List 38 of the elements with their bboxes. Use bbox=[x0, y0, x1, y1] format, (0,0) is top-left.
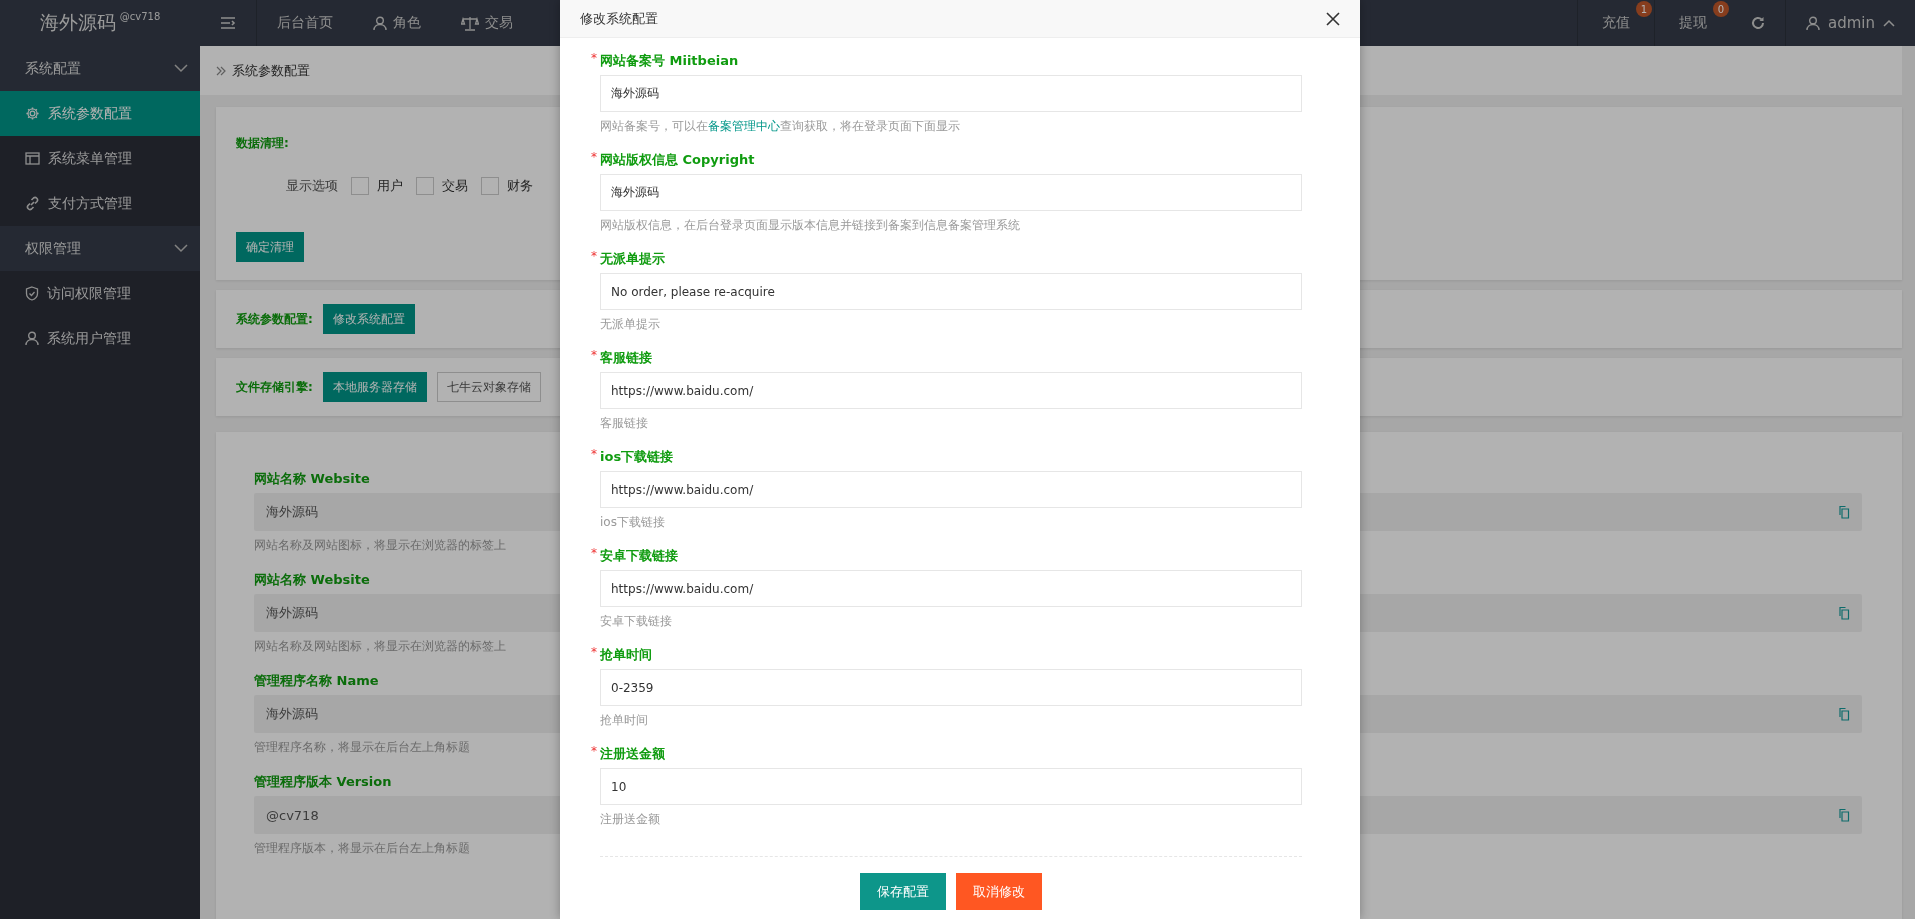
required-mark: * bbox=[591, 646, 597, 658]
field-hint: 网站备案号，可以在备案管理中心查询获取，将在登录页面下面显示 bbox=[600, 118, 961, 135]
field-hint: 无派单提示 bbox=[600, 316, 661, 333]
section-title: 数据清理: bbox=[236, 135, 290, 152]
dialog-title: 修改系统配置 bbox=[580, 9, 658, 28]
field-label: 网站名称 Website bbox=[254, 571, 370, 589]
required-mark: * bbox=[591, 151, 597, 163]
required-mark: * bbox=[591, 547, 597, 559]
field-label: 网站名称 Website bbox=[254, 470, 370, 488]
field-hint: ios下载链接 bbox=[600, 514, 666, 531]
section-title: 系统参数配置: bbox=[236, 310, 313, 328]
option-label: 显示选项 bbox=[286, 177, 338, 195]
required-mark: * bbox=[591, 448, 597, 460]
required-mark: * bbox=[591, 745, 597, 757]
field-label: 注册送金额 bbox=[600, 745, 665, 763]
field-label: 管理程序版本 Version bbox=[254, 773, 392, 791]
field-label: 客服链接 bbox=[600, 349, 652, 367]
field-label: 网站备案号 Miitbeian bbox=[600, 52, 739, 70]
field-hint: 注册送金额 bbox=[600, 811, 661, 828]
field-label: 管理程序名称 Name bbox=[254, 672, 379, 690]
count-badge: 0 bbox=[1713, 1, 1729, 17]
field-label: ios下载链接 bbox=[600, 448, 674, 466]
breadcrumb: 系统参数配置 bbox=[232, 61, 310, 80]
required-mark: * bbox=[591, 52, 597, 64]
required-mark: * bbox=[591, 250, 597, 262]
field-label: 安卓下载链接 bbox=[600, 547, 678, 565]
logo-text: 海外源码 bbox=[39, 10, 116, 35]
count-badge: 1 bbox=[1636, 1, 1652, 17]
field-hint: 客服链接 bbox=[600, 415, 649, 432]
field-hint: 抢单时间 bbox=[600, 712, 649, 729]
field-label: 抢单时间 bbox=[600, 646, 652, 664]
section-title: 文件存储引擎: bbox=[236, 378, 313, 396]
field-label: 网站版权信息 Copyright bbox=[600, 151, 755, 169]
required-mark: * bbox=[591, 349, 597, 361]
logo-tag: @cv718 bbox=[119, 11, 161, 22]
field-hint: 网站版权信息，在后台登录页面显示版本信息并链接到备案到信息备案管理系统 bbox=[600, 217, 1021, 234]
field-hint: 安卓下载链接 bbox=[600, 613, 673, 630]
field-label: 无派单提示 bbox=[600, 250, 665, 268]
